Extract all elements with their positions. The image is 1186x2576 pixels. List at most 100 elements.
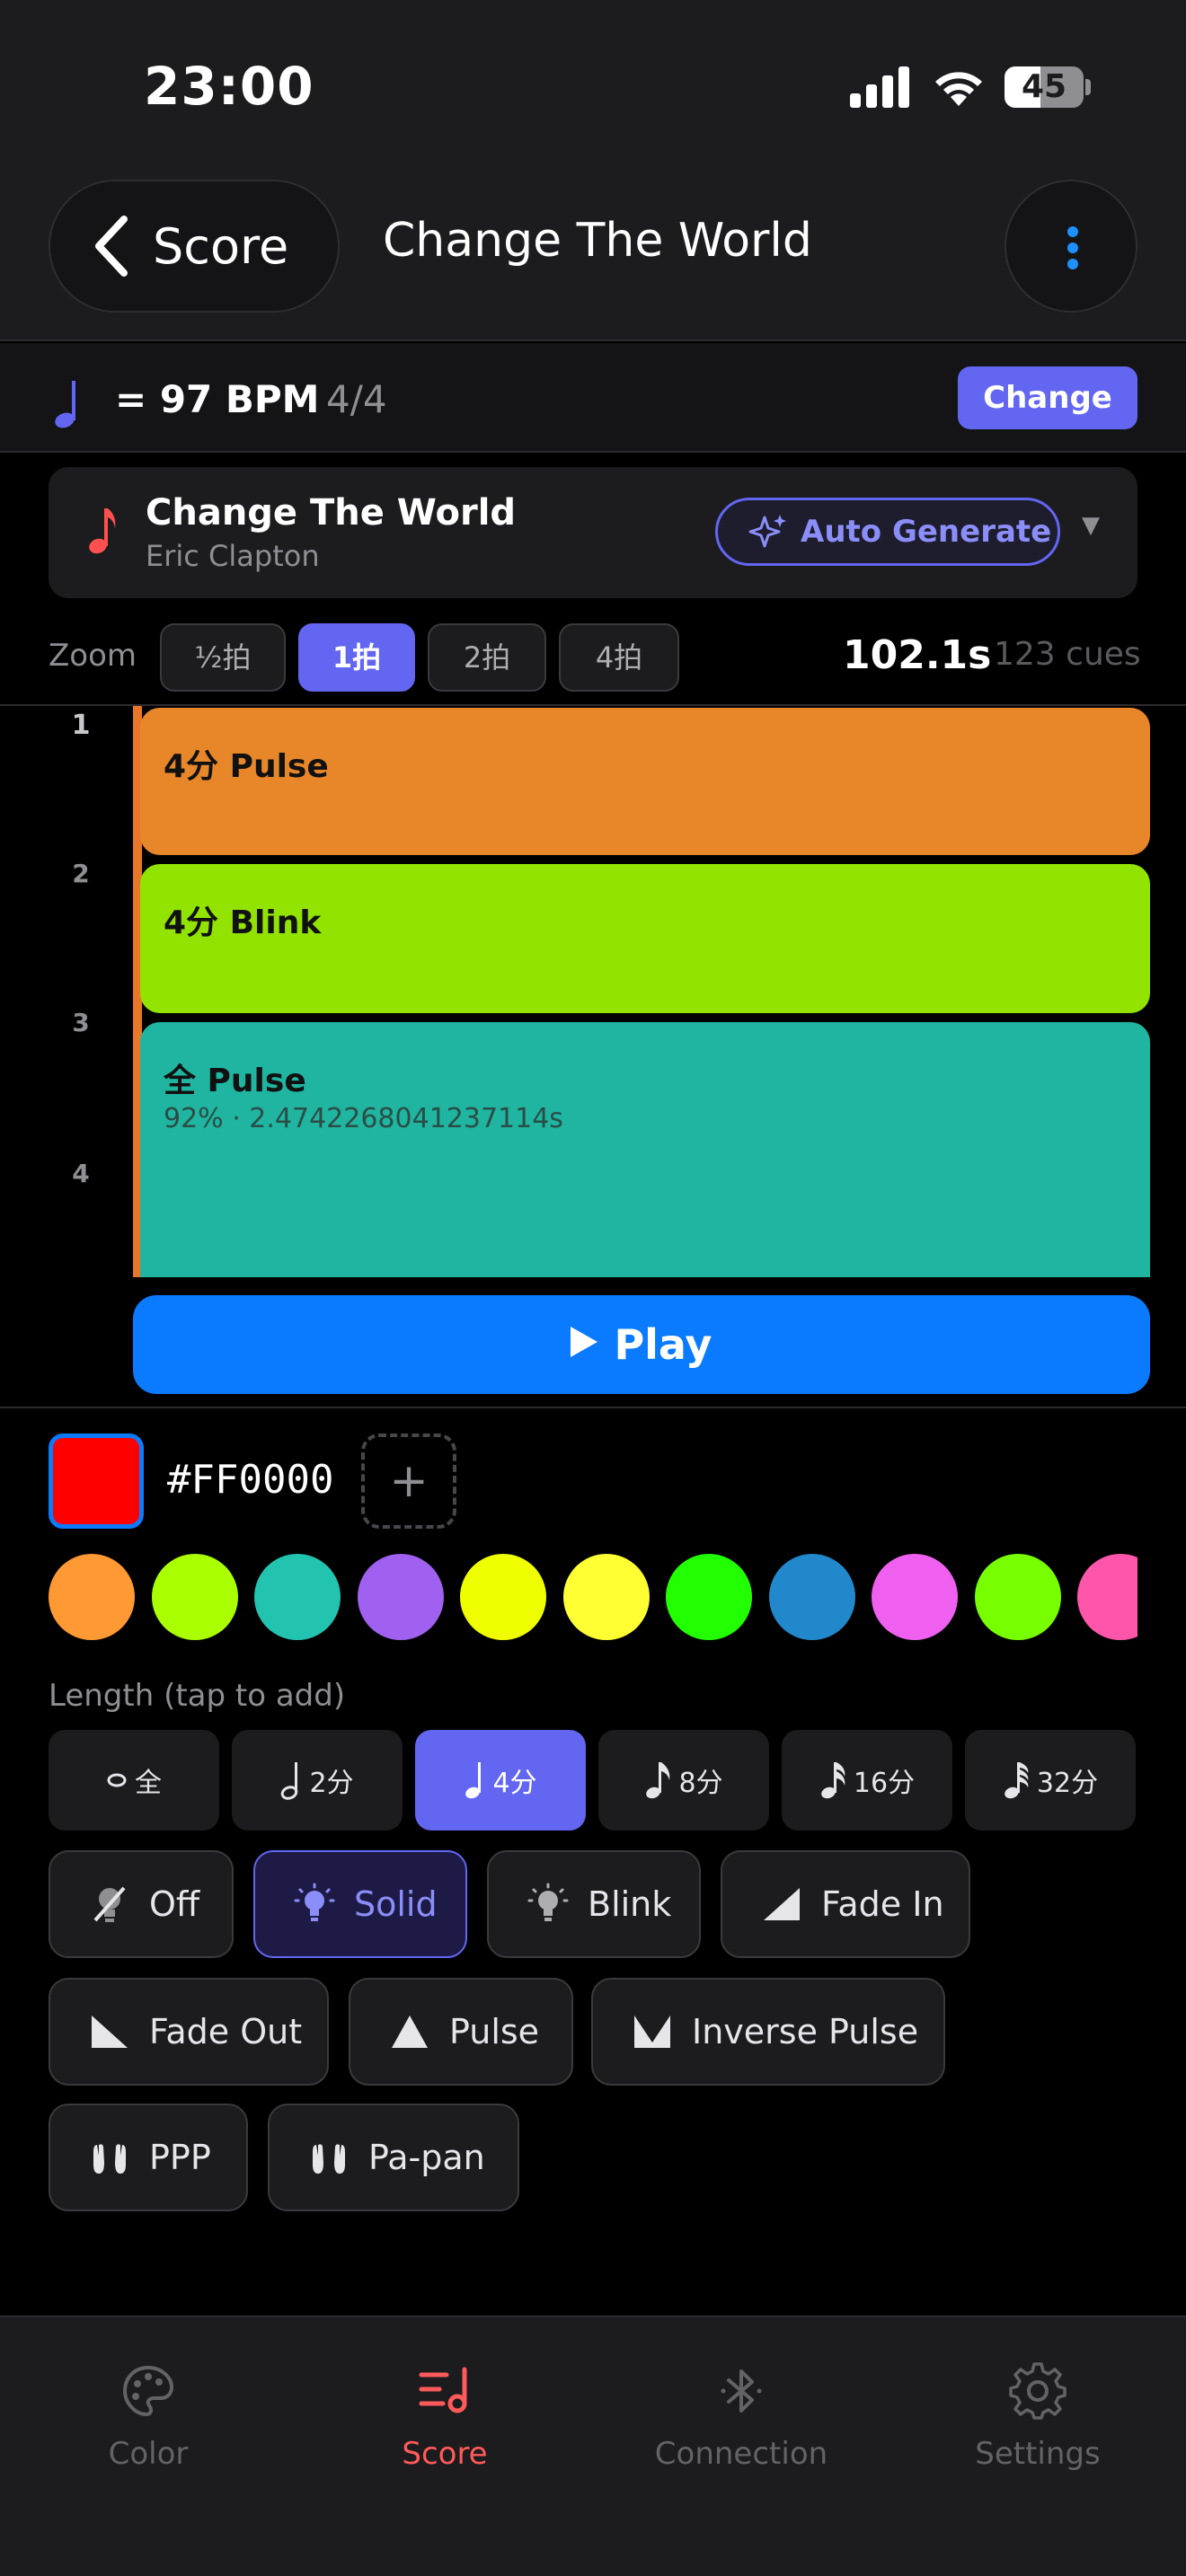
length-option-eighth[interactable]: 8分 [598,1730,769,1831]
play-button[interactable]: Play [133,1295,1150,1394]
length-option-label: 8分 [678,1768,723,1799]
score-icon [419,2367,467,2413]
length-option-thirtysecond[interactable]: 32分 [965,1730,1136,1831]
zoom-label: Zoom [49,638,137,674]
length-option-sixteenth[interactable]: 16分 [782,1730,952,1831]
effect-pulse-button[interactable]: Pulse [349,1978,573,2086]
palette-color-swatch[interactable] [49,1554,135,1640]
total-duration: 102.1s [843,632,992,678]
beat-number: 3 [72,1008,90,1037]
whole-note-icon [107,1773,127,1787]
zoom-option-half[interactable]: ½拍 [160,623,286,692]
clapping-hands-icon [313,2144,345,2174]
cue-label: 全 Pulse [164,1063,306,1099]
color-hex-value: #FF0000 [167,1457,334,1503]
effect-inverse-pulse-button[interactable]: Inverse Pulse [591,1978,945,2086]
effect-blink-button[interactable]: Blink [487,1850,701,1958]
lightbulb-icon [294,1883,335,1921]
effect-label: Fade In [821,1884,944,1924]
effect-ppp-button[interactable]: PPP [49,2104,248,2211]
length-option-half[interactable]: 2分 [232,1730,403,1831]
zoom-option-1[interactable]: 1拍 [298,623,415,692]
tab-label: Connection [654,2436,828,2472]
play-icon [571,1327,598,1357]
add-color-button[interactable]: + [361,1434,456,1529]
palette-color-swatch[interactable] [1077,1554,1137,1640]
gear-icon [1009,2362,1067,2420]
palette-color-swatch[interactable] [974,1554,1061,1640]
beat-number: 4 [72,1159,90,1188]
effect-fade-out-button[interactable]: Fade Out [49,1978,329,2086]
palette-color-swatch[interactable] [768,1554,855,1640]
effect-pa-pan-button[interactable]: Pa-pan [268,2104,519,2211]
tempo-bar: = 97 BPM 4/4 Change [0,343,1186,453]
effect-label: Fade Out [149,2012,303,2051]
cue-label: 4分 Blink [164,904,322,941]
cue-detail: 92% · 2.4742268041237114s [164,1103,563,1134]
cellular-signal-icon [850,66,911,108]
length-option-label: 4分 [492,1768,537,1799]
effect-fade-in-button[interactable]: Fade In [721,1850,970,1958]
auto-generate-button[interactable]: Auto Generate [715,498,1060,566]
quarter-note-icon [465,1762,482,1799]
page-title: Change The World [383,214,812,268]
length-option-whole[interactable]: 全 [49,1730,219,1831]
effect-label: PPP [149,2138,211,2177]
status-bar: 23:00 45 [0,0,1186,171]
zoom-option-4[interactable]: 4拍 [559,623,679,692]
tab-settings[interactable]: Settings [890,2317,1186,2497]
length-option-label: 16分 [853,1768,916,1799]
light-off-icon [93,1886,126,1922]
palette-color-swatch[interactable] [357,1554,444,1640]
status-time: 23:00 [144,56,314,117]
tab-score[interactable]: Score [296,2317,593,2497]
tab-color[interactable]: Color [0,2317,296,2497]
effect-solid-button[interactable]: Solid [253,1850,467,1958]
effect-label: Pulse [449,2012,540,2051]
back-label: Score [153,217,289,275]
tab-bar: Color Score Connection Settings [0,2316,1186,2576]
back-button[interactable]: Score [49,180,340,313]
effect-off-button[interactable]: Off [49,1850,234,1958]
cue-label: 4分 Pulse [164,748,329,785]
song-card[interactable]: Change The World Eric Clapton Auto Gener… [49,467,1137,598]
length-option-quarter[interactable]: 4分 [415,1730,586,1831]
length-label: Length (tap to add) [49,1678,346,1714]
pulse-icon [392,2016,428,2048]
sixteenth-note-icon [821,1762,845,1799]
quarter-note-icon [55,381,75,428]
dropdown-arrow-icon[interactable]: ▼ [1082,512,1100,539]
cue-block[interactable]: 全 Pulse 92% · 2.4742268041237114s [140,1022,1150,1277]
cues-count: 123 cues [994,636,1141,673]
zoom-option-2[interactable]: 2拍 [428,623,546,692]
palette-color-swatch[interactable] [666,1554,752,1640]
change-tempo-button[interactable]: Change [958,366,1137,429]
auto-generate-label: Auto Generate [801,514,1052,550]
thirty-second-note-icon [1005,1762,1029,1799]
wifi-icon [935,72,982,106]
tab-label: Settings [975,2436,1101,2472]
palette-color-swatch[interactable] [872,1554,958,1640]
current-color-swatch[interactable] [49,1434,144,1529]
sparkles-icon [748,515,786,548]
palette-color-swatch[interactable] [460,1554,546,1640]
clapping-hands-icon [93,2144,126,2174]
fade-out-icon [92,2016,128,2048]
song-title: Change The World [146,492,517,534]
length-option-label: 32分 [1036,1768,1099,1799]
tab-connection[interactable]: Connection [593,2317,890,2497]
tempo-bpm: = 97 BPM [115,377,320,421]
more-options-button[interactable] [1005,180,1137,313]
music-note-icon [89,508,116,554]
effect-label: Inverse Pulse [692,2012,919,2051]
palette-color-swatch[interactable] [562,1554,650,1640]
tab-label: Score [402,2436,488,2472]
cue-block[interactable]: 4分 Pulse [140,708,1150,855]
tab-label: Color [108,2436,189,2472]
play-label: Play [614,1320,712,1369]
palette-color-swatch[interactable] [254,1554,341,1640]
lightbulb-blink-icon [527,1883,569,1921]
cue-block[interactable]: 4分 Blink [140,864,1150,1013]
palette-color-swatch[interactable] [151,1554,238,1640]
bluetooth-icon [721,2369,762,2413]
